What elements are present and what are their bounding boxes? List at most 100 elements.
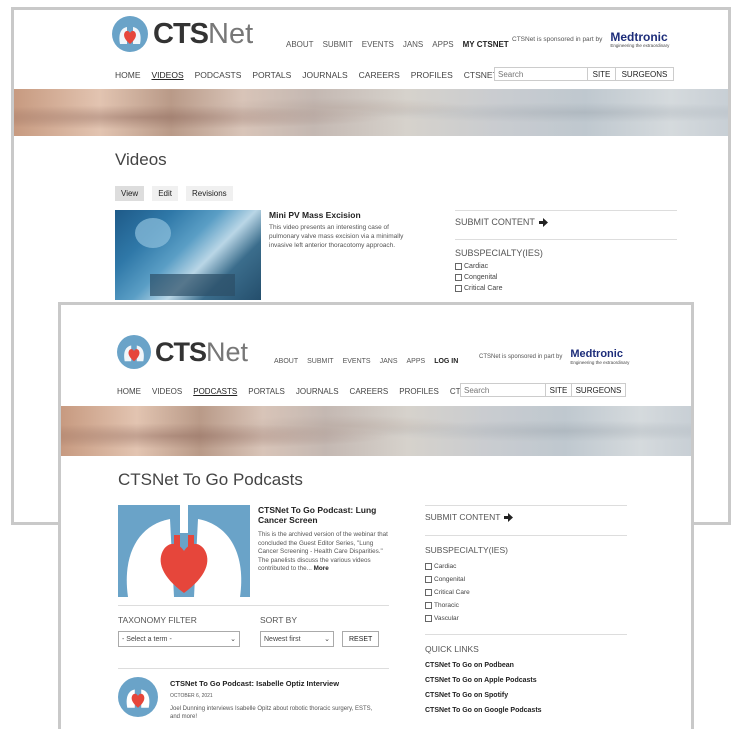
- nav-events[interactable]: EVENTS: [343, 358, 371, 365]
- quick-links-heading: QUICK LINKS: [425, 644, 479, 654]
- subspecialty-congenital[interactable]: Congenital: [425, 576, 627, 583]
- subspecialty-options: Cardiac Congenital Critical Care Thoraci…: [425, 563, 627, 622]
- tab-revisions[interactable]: Revisions: [186, 186, 233, 201]
- chevron-down-icon: ⌄: [230, 636, 236, 643]
- edit-tabs: View Edit Revisions: [115, 186, 233, 201]
- search-input[interactable]: [494, 67, 588, 81]
- podcast-thumbnail[interactable]: [118, 677, 158, 717]
- sponsor-text: CTSNet is sponsored in part by: [512, 36, 603, 44]
- nav-submit[interactable]: SUBMIT: [307, 358, 333, 365]
- sign-in-icon: [538, 217, 548, 227]
- subspecialty-thoracic[interactable]: Thoracic: [425, 602, 627, 609]
- top-nav: ABOUT SUBMIT EVENTS JANS APPS MY CTSNET: [286, 40, 509, 49]
- nav-videos[interactable]: VIDEOS: [152, 70, 184, 80]
- video-thumbnail[interactable]: [115, 210, 261, 300]
- checkbox[interactable]: [455, 285, 462, 292]
- quick-link-spotify[interactable]: CTSNet To Go on Spotify: [425, 692, 627, 699]
- nav-profiles[interactable]: PROFILES: [399, 387, 439, 396]
- podcasts-page-window: CTS Net ABOUT SUBMIT EVENTS JANS APPS LOG…: [58, 302, 694, 729]
- submit-content-link[interactable]: SUBMIT CONTENT: [425, 512, 627, 522]
- site-search-button[interactable]: SITE: [546, 383, 572, 397]
- nav-home[interactable]: HOME: [117, 387, 141, 396]
- subspecialty-cardiac[interactable]: Cardiac: [455, 263, 677, 270]
- medtronic-tagline: Engineering the extraordinary: [610, 43, 670, 48]
- sidebar: SUBMIT CONTENT SUBSPECIALTY(IES) Cardiac…: [455, 210, 677, 292]
- quick-link-google-podcasts[interactable]: CTSNet To Go on Google Podcasts: [425, 707, 627, 714]
- nav-videos[interactable]: VIDEOS: [152, 387, 182, 396]
- checkbox[interactable]: [425, 602, 432, 609]
- nav-profiles[interactable]: PROFILES: [411, 70, 453, 80]
- subspecialty-critical-care[interactable]: Critical Care: [455, 285, 677, 292]
- chevron-down-icon: ⌄: [324, 636, 330, 643]
- checkbox[interactable]: [425, 576, 432, 583]
- taxonomy-filter-select[interactable]: - Select a term - ⌄: [118, 631, 240, 647]
- quick-link-apple-podcasts[interactable]: CTSNet To Go on Apple Podcasts: [425, 677, 627, 684]
- ctsnet-logo[interactable]: CTS Net: [117, 335, 248, 369]
- checkbox[interactable]: [425, 615, 432, 622]
- search-input[interactable]: [460, 383, 546, 397]
- sidebar: SUBMIT CONTENT SUBSPECIALTY(IES) Cardiac…: [425, 505, 627, 722]
- quick-link-podbean[interactable]: CTSNet To Go on Podbean: [425, 662, 627, 669]
- sponsor-text: CTSNet is sponsored in part by: [479, 354, 563, 361]
- taxonomy-filter-label: TAXONOMY FILTER: [118, 615, 197, 625]
- subspecialty-cardiac[interactable]: Cardiac: [425, 563, 627, 570]
- surgeons-search-button[interactable]: SURGEONS: [572, 383, 626, 397]
- nav-jans[interactable]: JANS: [403, 40, 423, 49]
- nav-about[interactable]: ABOUT: [274, 358, 298, 365]
- nav-podcasts[interactable]: PODCASTS: [195, 70, 242, 80]
- nav-jans[interactable]: JANS: [380, 358, 398, 365]
- nav-journals[interactable]: JOURNALS: [296, 387, 339, 396]
- medtronic-name: Medtronic: [570, 348, 623, 360]
- sort-by-select[interactable]: Newest first ⌄: [260, 631, 334, 647]
- sponsor-block: CTSNet is sponsored in part by Medtronic…: [479, 349, 629, 366]
- subspecialty-vascular[interactable]: Vascular: [425, 615, 627, 622]
- filter-bar: TAXONOMY FILTER - Select a term - ⌄ SORT …: [118, 615, 380, 647]
- search-bar: SITE SURGEONS: [460, 383, 626, 397]
- nav-home[interactable]: HOME: [115, 70, 141, 80]
- nav-careers[interactable]: CAREERS: [350, 387, 389, 396]
- heart-lungs-icon: [126, 505, 242, 597]
- checkbox[interactable]: [455, 263, 462, 270]
- nav-careers[interactable]: CAREERS: [359, 70, 400, 80]
- nav-portals[interactable]: PORTALS: [248, 387, 285, 396]
- nav-apps[interactable]: APPS: [432, 40, 453, 49]
- featured-podcast-title[interactable]: CTSNet To Go Podcast: Lung Cancer Screen: [258, 505, 388, 525]
- nav-apps[interactable]: APPS: [407, 358, 426, 365]
- surgeons-search-button[interactable]: SURGEONS: [616, 67, 674, 81]
- search-bar: SITE SURGEONS: [494, 67, 674, 81]
- checkbox[interactable]: [425, 589, 432, 596]
- site-search-button[interactable]: SITE: [588, 67, 616, 81]
- nav-portals[interactable]: PORTALS: [252, 70, 291, 80]
- ctsnet-logo[interactable]: CTS Net: [112, 16, 253, 52]
- quick-links: CTSNet To Go on Podbean CTSNet To Go on …: [425, 662, 627, 714]
- video-title[interactable]: Mini PV Mass Excision: [269, 210, 361, 220]
- medtronic-tagline: Engineering the extraordinary: [570, 360, 630, 365]
- video-description: This video presents an interesting case …: [269, 224, 404, 249]
- tab-edit[interactable]: Edit: [152, 186, 178, 201]
- tab-view[interactable]: View: [115, 186, 145, 201]
- podcast-item-title[interactable]: CTSNet To Go Podcast: Isabelle Optiz Int…: [170, 679, 339, 688]
- heart-lungs-icon: [117, 335, 151, 369]
- nav-podcasts[interactable]: PODCASTS: [193, 387, 237, 396]
- subspecialty-options: Cardiac Congenital Critical Care: [455, 263, 677, 292]
- nav-submit[interactable]: SUBMIT: [323, 40, 353, 49]
- more-link[interactable]: More: [314, 565, 329, 572]
- medtronic-logo[interactable]: Medtronic Engineering the extraordinary: [610, 31, 669, 49]
- nav-my-ctsnet[interactable]: MY CTSNET: [463, 40, 509, 49]
- nav-events[interactable]: EVENTS: [362, 40, 394, 49]
- nav-log-in[interactable]: LOG IN: [434, 358, 458, 365]
- hero-banner: [61, 406, 691, 456]
- featured-podcast-image[interactable]: [118, 505, 250, 597]
- subspecialty-critical-care[interactable]: Critical Care: [425, 589, 627, 596]
- submit-content-label: SUBMIT CONTENT: [455, 217, 535, 227]
- subspecialty-congenital[interactable]: Congenital: [455, 274, 677, 281]
- medtronic-logo[interactable]: Medtronic Engineering the extraordinary: [570, 349, 629, 366]
- nav-about[interactable]: ABOUT: [286, 40, 314, 49]
- submit-content-link[interactable]: SUBMIT CONTENT: [455, 217, 677, 227]
- divider: [118, 605, 389, 606]
- checkbox[interactable]: [425, 563, 432, 570]
- reset-button[interactable]: RESET: [342, 631, 380, 647]
- medtronic-name: Medtronic: [610, 30, 668, 44]
- nav-journals[interactable]: JOURNALS: [302, 70, 347, 80]
- checkbox[interactable]: [455, 274, 462, 281]
